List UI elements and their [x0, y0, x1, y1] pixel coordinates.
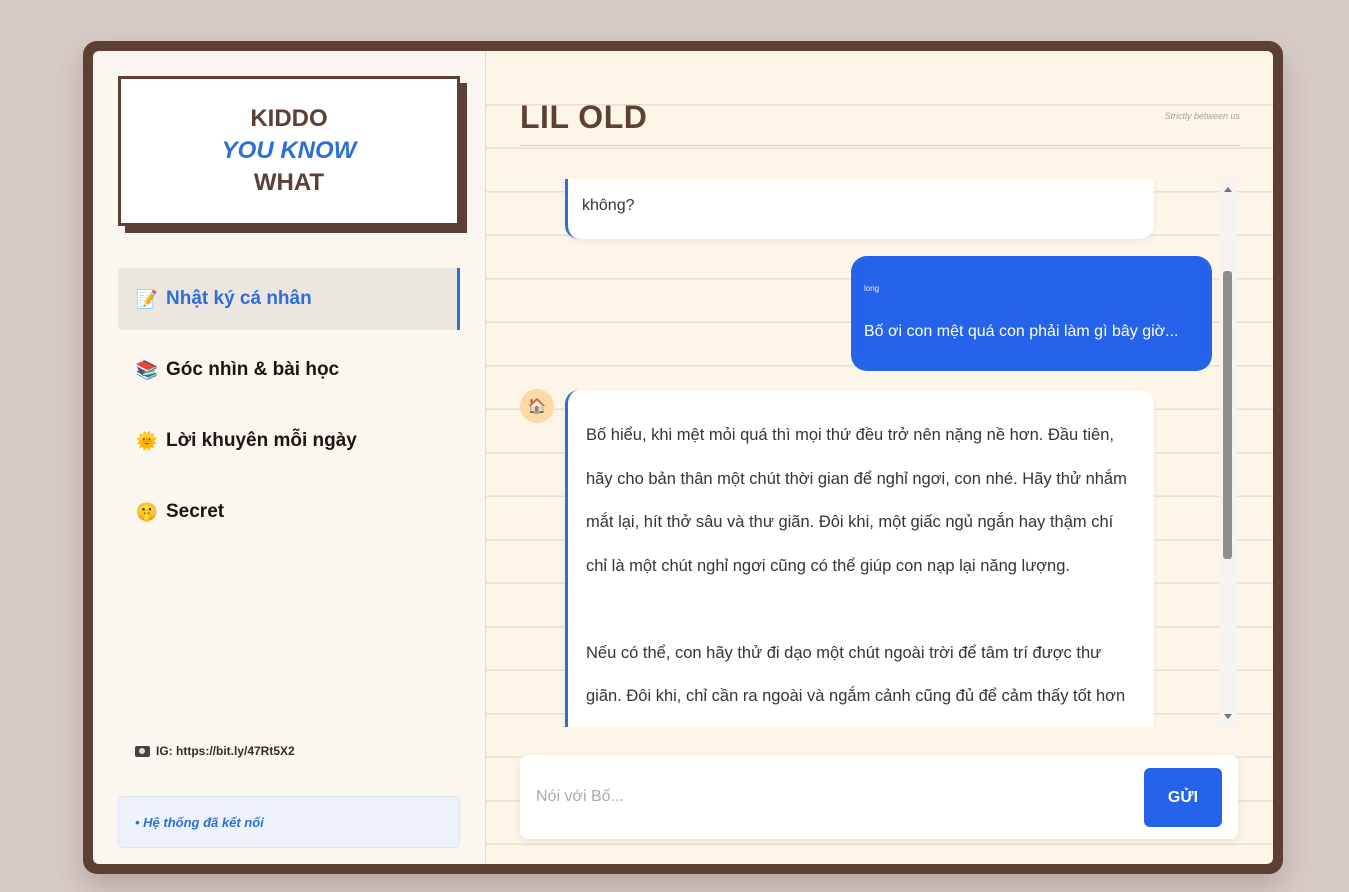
sidebar-item-perspectives-lessons[interactable]: 📚 Góc nhìn & bài học — [118, 339, 460, 401]
message-paragraph: Bố hiểu, khi mệt mỏi quá thì mọi thứ đều… — [586, 426, 1127, 575]
brand-line-3: WHAT — [253, 169, 325, 196]
camera-icon — [135, 745, 150, 757]
chat-messages[interactable]: không? long Bố ơi con mệt quá con phải l… — [520, 179, 1239, 727]
sidebar-item-daily-advice[interactable]: 🌞 Lời khuyên mỗi ngày — [118, 410, 460, 472]
brand-line-2: YOU KNOW — [221, 137, 357, 164]
instagram-link-text: IG: https://bit.ly/47Rt5X2 — [156, 744, 295, 758]
message-text: Bố ơi con mệt quá con phải làm gì bây gi… — [864, 323, 1179, 340]
brand-logo: KIDDO YOU KNOW WHAT — [118, 76, 460, 226]
app-frame: KIDDO YOU KNOW WHAT 📝 Nhật ký cá nhân 📚 … — [83, 41, 1283, 874]
chat-panel: LIL OLD Strictly between us không? long … — [486, 51, 1273, 864]
connection-status: • Hệ thống đã kết nối — [118, 796, 460, 848]
sidebar: KIDDO YOU KNOW WHAT 📝 Nhật ký cá nhân 📚 … — [93, 51, 486, 864]
chat-scrollbar[interactable] — [1219, 179, 1237, 727]
memo-icon: 📝 — [135, 288, 159, 309]
sidebar-item-label: Nhật ký cá nhân — [166, 288, 312, 309]
message-composer: GỬI — [520, 755, 1238, 839]
title-divider — [520, 145, 1240, 146]
message-meta: long — [864, 284, 880, 293]
connection-status-text: • Hệ thống đã kết nối — [135, 814, 264, 830]
bot-message: Bố hiểu, khi mệt mỏi quá thì mọi thứ đều… — [565, 390, 1154, 727]
message-paragraph: Nếu có thể, con hãy thử đi dạo một chút … — [586, 643, 1126, 706]
instagram-link[interactable]: IG: https://bit.ly/47Rt5X2 — [135, 744, 295, 758]
page-subtitle: Strictly between us — [1164, 111, 1240, 121]
brand-line-1: KIDDO — [250, 105, 328, 132]
page-title: LIL OLD — [520, 99, 648, 135]
message-input[interactable] — [536, 777, 1136, 817]
sidebar-item-personal-diary[interactable]: 📝 Nhật ký cá nhân — [118, 268, 460, 330]
sidebar-item-secret[interactable]: 🤫 Secret — [118, 481, 460, 543]
bot-message: không? — [565, 179, 1154, 239]
sun-icon: 🌞 — [135, 430, 159, 451]
send-button[interactable]: GỬI — [1144, 768, 1222, 827]
user-message: long Bố ơi con mệt quá con phải làm gì b… — [851, 256, 1212, 371]
scrollbar-thumb[interactable] — [1223, 271, 1232, 559]
house-avatar-icon: 🏠 — [520, 389, 554, 423]
sidebar-item-label: Lời khuyên mỗi ngày — [166, 430, 357, 451]
app-window: KIDDO YOU KNOW WHAT 📝 Nhật ký cá nhân 📚 … — [93, 51, 1273, 864]
books-icon: 📚 — [135, 359, 159, 380]
message-text: không? — [582, 197, 635, 214]
sidebar-item-label: Secret — [166, 501, 225, 522]
sidebar-nav: 📝 Nhật ký cá nhân 📚 Góc nhìn & bài học 🌞… — [118, 268, 460, 552]
shushing-face-icon: 🤫 — [135, 501, 159, 522]
sidebar-item-label: Góc nhìn & bài học — [166, 359, 340, 380]
scroll-up-arrow-icon[interactable] — [1224, 187, 1232, 192]
scroll-down-arrow-icon[interactable] — [1224, 714, 1232, 719]
